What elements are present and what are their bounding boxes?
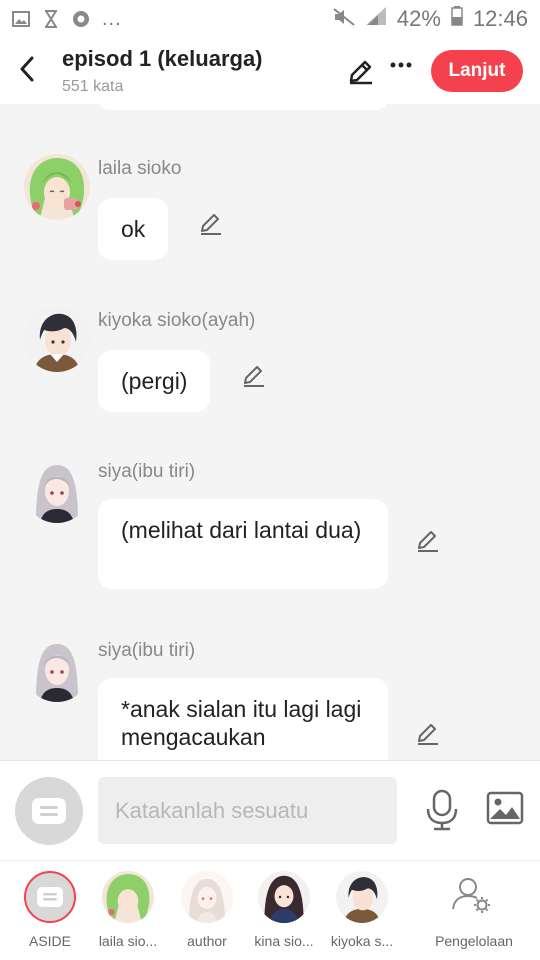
more-options-button[interactable] [386, 52, 416, 82]
message-input[interactable] [98, 777, 397, 844]
more-horizontal-icon [390, 62, 412, 68]
character-kiyoka[interactable]: kiyoka s... [322, 871, 402, 955]
message-bubble[interactable]: (melihat dari lantai dua) [98, 499, 388, 589]
sender-name: siya(ibu tiri) [98, 461, 196, 482]
pencil-icon [349, 60, 372, 85]
sender-name: kiyoka sioko(ayah) [98, 310, 256, 331]
pencil-icon [201, 214, 221, 235]
aside-avatar [24, 871, 76, 923]
chevron-left-icon [20, 56, 34, 82]
microphone-icon [426, 789, 458, 831]
character-aside[interactable]: ASIDE [10, 871, 90, 955]
clock: 12:46 [472, 6, 528, 31]
character-author[interactable]: author [167, 871, 247, 955]
avatar [258, 871, 310, 923]
message-bubble[interactable]: *anak sialan itu lagi lagi mengacaukan [98, 678, 388, 760]
message-bubble[interactable]: (pergi) [98, 350, 211, 412]
edit-message-button[interactable] [415, 720, 441, 746]
character-label: laila sio... [98, 933, 158, 949]
input-bar [0, 760, 540, 860]
previous-message-bubble [98, 104, 388, 110]
header: episod 1 (keluarga) 551 kata Lanjut [0, 38, 540, 104]
character-label: Pengelolaan [435, 933, 513, 949]
mute-icon [333, 6, 355, 32]
edit-message-button[interactable] [198, 210, 224, 236]
next-button[interactable]: Lanjut [431, 50, 523, 92]
character-label: kiyoka s... [330, 933, 394, 949]
character-kina[interactable]: kina sio... [244, 871, 324, 955]
sender-name: laila sioko [98, 158, 182, 179]
microphone-button[interactable] [424, 789, 460, 831]
avatar-kiyoka[interactable] [24, 306, 90, 372]
edit-title-button[interactable] [346, 56, 376, 86]
avatar-siya[interactable] [24, 636, 90, 702]
message-box-icon [32, 798, 66, 824]
page-title: episod 1 (keluarga) [62, 46, 263, 71]
word-count: 551 kata [62, 78, 124, 95]
signal-icon [365, 6, 387, 32]
avatar [102, 871, 154, 923]
user-settings-icon [452, 878, 490, 913]
hourglass-icon [42, 10, 60, 28]
aside-toggle-button[interactable] [15, 777, 83, 845]
chat-area[interactable]: laila sioko ok kiyoka sioko(ayah) (pergi… [0, 104, 540, 760]
character-label: author [187, 933, 227, 949]
image-upload-button[interactable] [486, 791, 526, 831]
edit-message-button[interactable] [415, 527, 441, 553]
sender-name: siya(ibu tiri) [98, 640, 196, 661]
character-label: kina sio... [254, 933, 314, 949]
character-bar: ASIDE laila sio... author kina sio... ki… [0, 860, 540, 960]
edit-message-button[interactable] [241, 362, 267, 388]
pencil-icon [244, 366, 264, 387]
avatar [181, 871, 233, 923]
status-bar: ... 42% 12:46 [0, 0, 540, 38]
character-laila[interactable]: laila sio... [88, 871, 168, 955]
back-button[interactable] [14, 52, 40, 86]
message-bubble[interactable]: ok [98, 198, 169, 260]
chrome-icon [72, 10, 90, 28]
gallery-notification-icon [12, 10, 30, 28]
pencil-icon [418, 724, 438, 745]
manage-characters-button[interactable]: Pengelolaan [430, 871, 518, 955]
avatar [336, 871, 388, 923]
character-label: ASIDE [28, 933, 71, 949]
battery-percent: 42% [396, 6, 441, 31]
manage-icon-wrap [448, 871, 500, 923]
image-icon [486, 791, 524, 825]
pencil-icon [418, 531, 438, 552]
avatar-siya[interactable] [24, 457, 90, 523]
message-box-icon [37, 887, 63, 907]
battery-icon [451, 6, 463, 32]
avatar-laila[interactable] [24, 154, 90, 220]
more-notifications: ... [102, 7, 122, 30]
